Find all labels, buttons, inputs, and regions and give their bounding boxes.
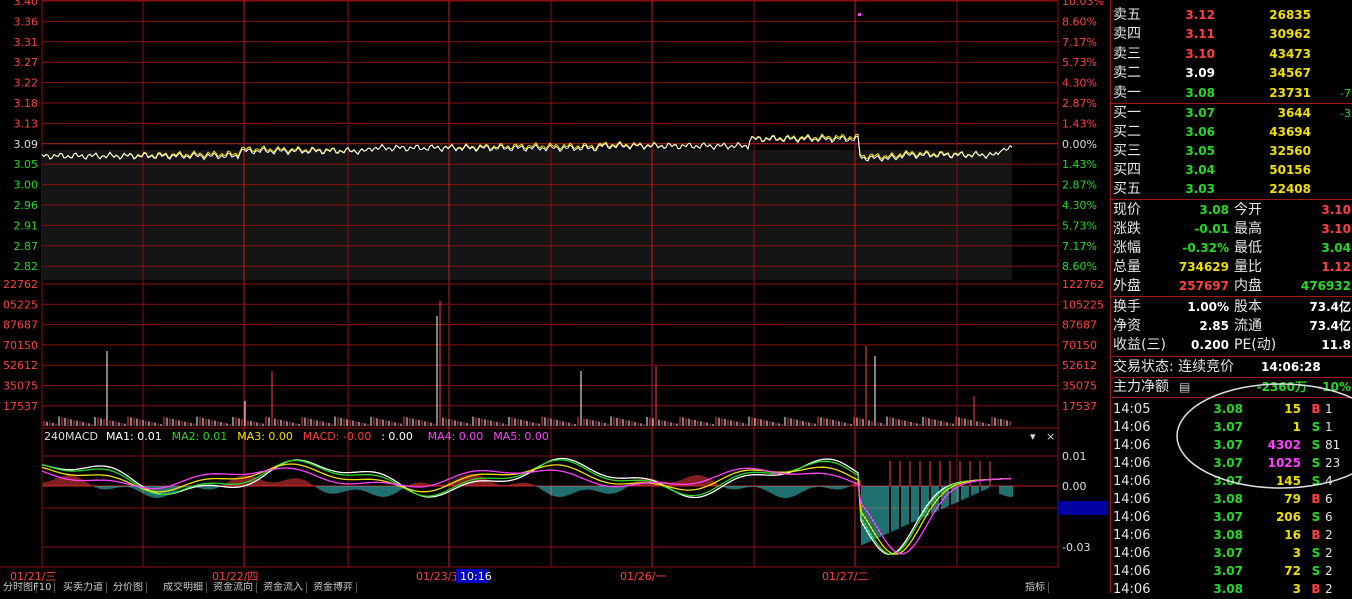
marker-dot — [858, 13, 861, 16]
annotation-overlay — [1176, 383, 1352, 489]
volume-tick-label: 35075 — [1062, 380, 1097, 393]
macd-legend-item: MA4: 0.00 — [428, 430, 484, 443]
percent-tick-label: 2.87% — [1062, 179, 1097, 192]
percent-tick-label: 8.60% — [1062, 15, 1097, 28]
percent-tick-label: 5.73% — [1062, 219, 1097, 232]
volume-tick-label: 70150 — [3, 339, 38, 352]
volume-tick-label: 105225 — [1062, 298, 1104, 311]
intraday-chart[interactable]: 3.40 10.03% 3.36 8.60% 3.31 7.17% 3.27 5.73% 3.2… — [0, 0, 1110, 593]
volume-tick-label: 17537 — [3, 400, 38, 413]
bottom-tab[interactable]: 资金流入 — [260, 582, 307, 593]
bottom-tab[interactable]: 成交明细 — [160, 582, 207, 593]
price-tick-label: 3.22 — [14, 77, 39, 90]
volume-tick-label: 87687 — [1062, 319, 1097, 332]
percent-tick-label: 4.30% — [1062, 199, 1097, 212]
price-tick-label: 2.91 — [14, 219, 39, 232]
macd-legend-item: MA3: 0.00 — [237, 430, 293, 443]
bottom-tab[interactable]: 分价图 — [110, 582, 147, 593]
chart-area[interactable]: 3.40 10.03% 3.36 8.60% 3.31 7.17% 3.27 5.73% 3.2… — [0, 0, 1110, 593]
percent-tick-label: 2.87% — [1062, 97, 1097, 110]
macd-tick-label: -0.03 — [1062, 541, 1090, 554]
macd-value-highlight — [1058, 501, 1108, 515]
macd-legend-item: : 0.00 — [381, 430, 413, 443]
volume-tick-label: 70150 — [1062, 339, 1097, 352]
percent-tick-label: 0.00% — [1062, 138, 1097, 151]
volume-tick-label: 52612 — [1062, 359, 1097, 372]
price-tick-label: 3.09 — [14, 138, 39, 151]
macd-legend-item: MA5: 0.00 — [493, 430, 549, 443]
macd-indicator-name: 240MACD — [44, 430, 98, 443]
volume-tick-label: 52612 — [3, 359, 38, 372]
percent-tick-label: 7.17% — [1062, 240, 1097, 253]
price-tick-label: 2.96 — [14, 199, 39, 212]
dropdown-icon[interactable]: ▾ — [1030, 430, 1036, 443]
volume-tick-label: 35075 — [3, 380, 38, 393]
highlight-ellipse — [1176, 383, 1352, 489]
percent-tick-label: 8.60% — [1062, 260, 1097, 273]
macd-tick-label: 0.01 — [1062, 450, 1087, 463]
percent-tick-label: 5.73% — [1062, 56, 1097, 69]
percent-tick-label: 4.30% — [1062, 77, 1097, 90]
bottom-tab[interactable]: 指标 — [1022, 582, 1049, 593]
volume-tick-label: 87687 — [3, 319, 38, 332]
price-tick-label: 2.82 — [14, 260, 39, 273]
bottom-tab-bar: 分时图 F10 买卖力道 分价图 成交明细 资金流向 资金流入 资金博弈 指标 — [0, 582, 1110, 593]
quote-panel: 卖五 3.12 26835 卖四 3.11 30962 卖三 3.10 43473 卖二 3.09 3… — [1110, 0, 1352, 597]
macd-legend-item: MACD: -0.00 — [303, 430, 372, 443]
price-tick-label: 3.00 — [14, 179, 39, 192]
price-tick-label: 3.13 — [14, 117, 39, 130]
price-tick-label: 3.27 — [14, 56, 39, 69]
percent-tick-label: 1.43% — [1062, 117, 1097, 130]
bottom-tab[interactable]: 买卖力道 — [60, 582, 107, 593]
percent-tick-label: 1.43% — [1062, 158, 1097, 171]
price-tick-label: 3.18 — [14, 97, 39, 110]
volume-tick-label: 17537 — [1062, 400, 1097, 413]
volume-tick-label: 22762 — [3, 278, 38, 291]
percent-tick-label: 7.17% — [1062, 36, 1097, 49]
close-icon[interactable]: × — [1046, 430, 1055, 443]
price-tick-label: 3.05 — [14, 158, 39, 171]
price-tick-label: 3.31 — [14, 36, 39, 49]
bottom-tab[interactable]: 资金博弈 — [310, 582, 357, 593]
price-tick-label: 2.87 — [14, 240, 39, 253]
price-tick-label: 3.36 — [14, 15, 39, 28]
macd-legend-item: MA2: 0.01 — [172, 430, 228, 443]
price-fill-area — [42, 150, 1012, 280]
bottom-tab[interactable]: 资金流向 — [210, 582, 257, 593]
macd-tick-label: 0.00 — [1062, 480, 1087, 493]
bottom-tab[interactable]: F10 — [30, 582, 56, 593]
macd-legend-item: MA1: 0.01 — [106, 430, 162, 443]
price-tick-label: 3.40 — [14, 0, 39, 8]
percent-tick-label: 10.03% — [1062, 0, 1104, 8]
volume-tick-label: 05225 — [3, 298, 38, 311]
volume-tick-label: 122762 — [1062, 278, 1104, 291]
